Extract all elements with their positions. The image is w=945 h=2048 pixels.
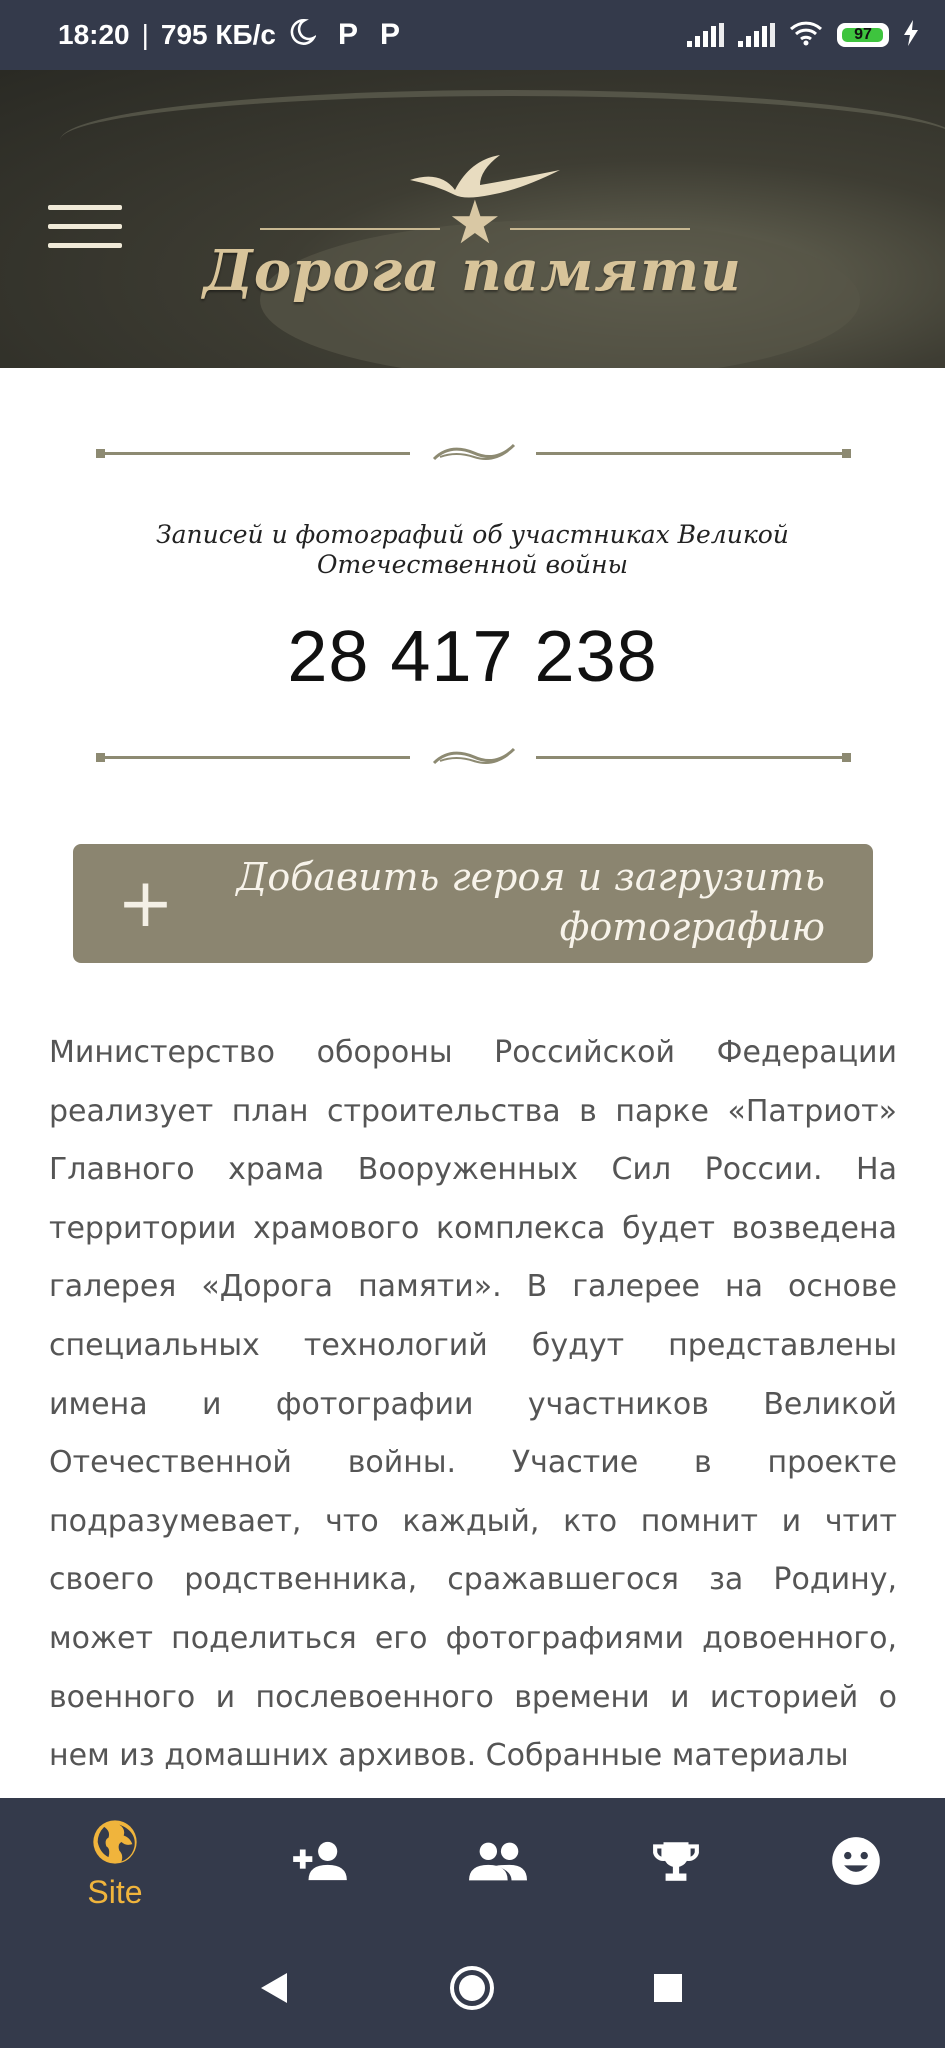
cell-signal-icon (738, 23, 775, 47)
plus-icon: + (117, 864, 174, 943)
hamburger-menu-icon[interactable] (48, 205, 122, 249)
recents-icon[interactable] (618, 1928, 718, 2048)
swirl-ornament-icon (432, 747, 516, 765)
system-navigation-bar (0, 1928, 945, 2048)
nav-label-site: Site (87, 1873, 143, 1910)
add-hero-button-label: Добавить героя и загрузить фотографию (236, 855, 825, 949)
logo-line-right (510, 228, 690, 230)
status-left: 18:20 | 795 КБ/с P P (58, 0, 400, 70)
clock: 18:20 (58, 19, 130, 50)
header-banner: ★ Дорога памяти (0, 70, 945, 368)
swirl-ornament-icon (432, 443, 516, 461)
logo-line-left (260, 228, 440, 230)
status-bar: 18:20 | 795 КБ/с P P 97 (0, 0, 945, 70)
bottom-navigation: Site (0, 1798, 945, 1928)
network-speed: 795 КБ/с (160, 19, 276, 50)
globe-icon (89, 1816, 141, 1872)
battery-icon: 97 (837, 23, 889, 47)
nav-item-profile[interactable] (786, 1798, 926, 1928)
wifi-icon (789, 20, 823, 50)
home-icon[interactable] (422, 1928, 522, 2048)
add-person-icon (291, 1838, 349, 1888)
nav-item-people[interactable] (428, 1798, 568, 1928)
nav-item-site[interactable]: Site (45, 1798, 185, 1928)
battery-level: 97 (854, 26, 872, 43)
nav-item-add-person[interactable] (250, 1798, 390, 1928)
site-logo[interactable]: Дорога памяти (0, 238, 945, 304)
ornament-divider-bottom (96, 747, 851, 767)
charging-icon (903, 20, 919, 50)
smiley-icon (830, 1835, 882, 1891)
ornament-divider-top (96, 443, 851, 463)
add-hero-button[interactable]: + Добавить героя и загрузить фотографию (73, 844, 873, 963)
counter-caption: Записей и фотографий об участниках Велик… (156, 520, 789, 579)
moon-icon (288, 18, 318, 53)
app-notification-icon: P (379, 18, 400, 51)
app-notification-icon: P (337, 18, 358, 51)
status-right: 97 (687, 0, 919, 70)
trophy-icon (651, 1836, 701, 1890)
status-separator: | (141, 19, 149, 50)
people-icon (469, 1839, 527, 1887)
cell-signal-icon (687, 23, 724, 47)
nav-item-trophy[interactable] (606, 1798, 746, 1928)
article-text: Министерство обороны Российской Федераци… (49, 1035, 897, 1774)
back-icon[interactable] (224, 1928, 324, 2048)
records-counter: 28 417 238 (287, 617, 658, 697)
